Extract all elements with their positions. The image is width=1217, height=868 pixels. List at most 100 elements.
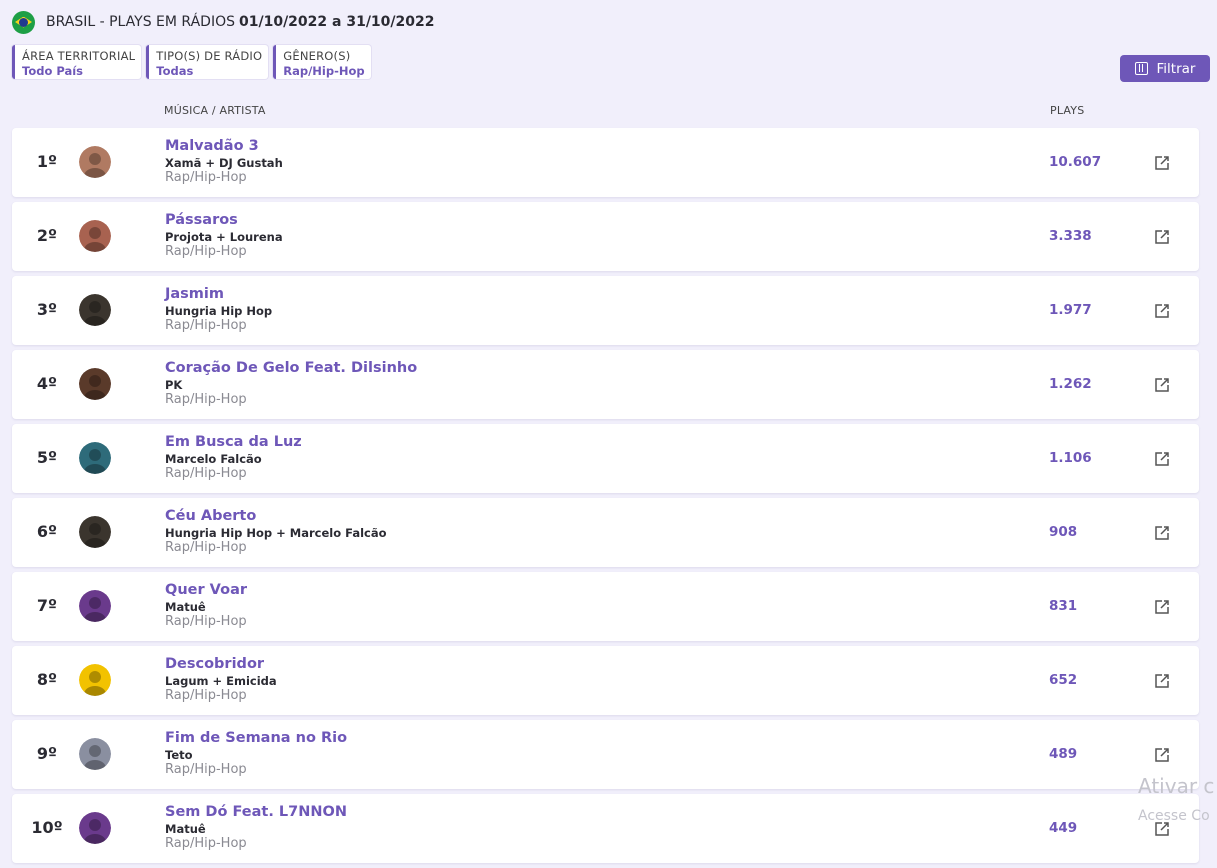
artist-avatar	[79, 738, 111, 770]
ranking-list: 1º Malvadão 3 Xamã + DJ Gustah Rap/Hip-H…	[12, 128, 1199, 868]
external-link-icon[interactable]	[1154, 673, 1170, 689]
artist-avatar	[79, 294, 111, 326]
filter-radio-type: TIPO(S) DE RÁDIO Todas	[146, 45, 269, 79]
brazil-flag-icon	[12, 10, 35, 34]
song-title[interactable]: Malvadão 3	[165, 138, 259, 154]
plays-count: 1.106	[1049, 450, 1092, 466]
song-title[interactable]: Descobridor	[165, 656, 264, 672]
filter-radio-type-label: TIPO(S) DE RÁDIO	[156, 49, 263, 63]
external-link-icon[interactable]	[1154, 747, 1170, 763]
artist-avatar	[79, 664, 111, 696]
song-title[interactable]: Coração De Gelo Feat. Dilsinho	[165, 360, 417, 376]
genre-label: Rap/Hip-Hop	[165, 836, 247, 851]
column-header-plays: PLAYS	[1050, 104, 1085, 117]
genre-label: Rap/Hip-Hop	[165, 540, 247, 555]
genre-label: Rap/Hip-Hop	[165, 688, 247, 703]
genre-label: Rap/Hip-Hop	[165, 170, 247, 185]
activation-watermark: Ativar c	[1138, 774, 1215, 798]
artist-name: Matuê	[165, 600, 206, 614]
external-link-icon[interactable]	[1154, 451, 1170, 467]
artist-avatar	[79, 812, 111, 844]
rank-number: 4º	[36, 374, 58, 393]
artist-name: Hungria Hip Hop	[165, 304, 273, 318]
rank-number: 10º	[31, 818, 63, 837]
table-row[interactable]: 1º Malvadão 3 Xamã + DJ Gustah Rap/Hip-H…	[12, 128, 1199, 197]
rank-number: 1º	[36, 152, 58, 171]
filter-area-label: ÁREA TERRITORIAL	[22, 49, 136, 63]
filter-genre-value: Rap/Hip-Hop	[283, 64, 365, 78]
song-title[interactable]: Quer Voar	[165, 582, 247, 598]
artist-name: Xamã + DJ Gustah	[165, 156, 283, 170]
artist-avatar	[79, 146, 111, 178]
table-row[interactable]: 3º Jasmim Hungria Hip Hop Rap/Hip-Hop 1.…	[12, 276, 1199, 345]
rank-number: 7º	[36, 596, 58, 615]
rank-number: 5º	[36, 448, 58, 467]
plays-count: 652	[1049, 672, 1078, 688]
song-title[interactable]: Em Busca da Luz	[165, 434, 302, 450]
plays-count: 1.977	[1049, 302, 1092, 318]
filter-button[interactable]: Filtrar	[1120, 55, 1210, 82]
external-link-icon[interactable]	[1154, 155, 1170, 171]
date-range: 01/10/2022 a 31/10/2022	[238, 14, 435, 30]
activation-watermark-sub: Acesse Co	[1138, 808, 1210, 824]
rank-number: 8º	[36, 670, 58, 689]
table-row[interactable]: 2º Pássaros Projota + Lourena Rap/Hip-Ho…	[12, 202, 1199, 271]
song-title[interactable]: Céu Aberto	[165, 508, 256, 524]
table-row[interactable]: 5º Em Busca da Luz Marcelo Falcão Rap/Hi…	[12, 424, 1199, 493]
filter-genre-label: GÊNERO(S)	[283, 49, 351, 63]
table-row[interactable]: 7º Quer Voar Matuê Rap/Hip-Hop 831	[12, 572, 1199, 641]
artist-avatar	[79, 442, 111, 474]
plays-count: 831	[1049, 598, 1078, 614]
genre-label: Rap/Hip-Hop	[165, 614, 247, 629]
artist-name: Marcelo Falcão	[165, 452, 262, 466]
artist-name: Lagum + Emicida	[165, 674, 277, 688]
rank-number: 6º	[36, 522, 58, 541]
table-row[interactable]: 6º Céu Aberto Hungria Hip Hop + Marcelo …	[12, 498, 1199, 567]
filter-button-label: Filtrar	[1156, 60, 1196, 77]
plays-count: 449	[1049, 820, 1078, 836]
external-link-icon[interactable]	[1154, 229, 1170, 245]
filter-area-value: Todo País	[22, 64, 84, 78]
sliders-icon	[1134, 62, 1148, 75]
genre-label: Rap/Hip-Hop	[165, 392, 247, 407]
plays-count: 908	[1049, 524, 1078, 540]
filter-area: ÁREA TERRITORIAL Todo País	[12, 45, 142, 79]
external-link-icon[interactable]	[1154, 525, 1170, 541]
genre-label: Rap/Hip-Hop	[165, 762, 247, 777]
artist-avatar	[79, 220, 111, 252]
genre-label: Rap/Hip-Hop	[165, 466, 247, 481]
filter-genre: GÊNERO(S) Rap/Hip-Hop	[273, 45, 371, 79]
artist-name: Matuê	[165, 822, 206, 836]
song-title[interactable]: Fim de Semana no Rio	[165, 730, 347, 746]
external-link-icon[interactable]	[1154, 303, 1170, 319]
table-row[interactable]: 9º Fim de Semana no Rio Teto Rap/Hip-Hop…	[12, 720, 1199, 789]
filter-radio-type-value: Todas	[156, 64, 194, 78]
rank-number: 3º	[36, 300, 58, 319]
external-link-icon[interactable]	[1154, 377, 1170, 393]
table-row[interactable]: 8º Descobridor Lagum + Emicida Rap/Hip-H…	[12, 646, 1199, 715]
rank-number: 2º	[36, 226, 58, 245]
plays-count: 3.338	[1049, 228, 1092, 244]
table-row[interactable]: 10º Sem Dó Feat. L7NNON Matuê Rap/Hip-Ho…	[12, 794, 1199, 863]
artist-avatar	[79, 590, 111, 622]
external-link-icon[interactable]	[1154, 599, 1170, 615]
genre-label: Rap/Hip-Hop	[165, 244, 247, 259]
page-header: BRASIL - PLAYS EM RÁDIOS 01/10/2022 a 31/…	[12, 10, 435, 34]
rank-number: 9º	[36, 744, 58, 763]
song-title[interactable]: Pássaros	[165, 212, 238, 228]
song-title[interactable]: Sem Dó Feat. L7NNON	[165, 804, 347, 820]
artist-name: PK	[165, 378, 183, 392]
plays-count: 10.607	[1049, 154, 1102, 170]
column-header-music-artist: MÚSICA / ARTISTA	[164, 104, 266, 117]
filter-summary: ÁREA TERRITORIAL Todo País TIPO(S) DE RÁ…	[12, 45, 371, 79]
artist-avatar	[79, 516, 111, 548]
table-row[interactable]: 4º Coração De Gelo Feat. Dilsinho PK Rap…	[12, 350, 1199, 419]
artist-name: Hungria Hip Hop + Marcelo Falcão	[165, 526, 387, 540]
artist-name: Teto	[165, 748, 193, 762]
page-title: BRASIL - PLAYS EM RÁDIOS 01/10/2022 a 31/…	[46, 14, 435, 30]
genre-label: Rap/Hip-Hop	[165, 318, 247, 333]
artist-avatar	[79, 368, 111, 400]
song-title[interactable]: Jasmim	[165, 286, 224, 302]
artist-name: Projota + Lourena	[165, 230, 283, 244]
plays-count: 489	[1049, 746, 1078, 762]
